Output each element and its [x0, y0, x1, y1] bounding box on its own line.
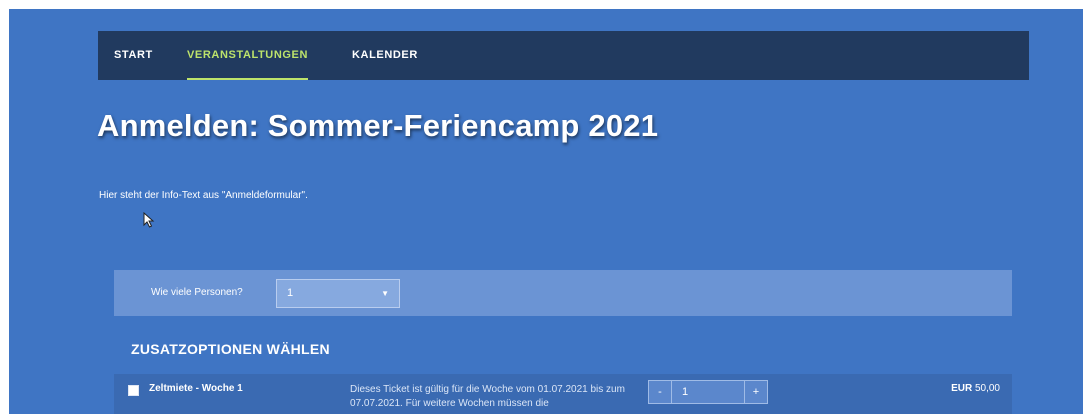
price-currency: EUR — [951, 383, 973, 394]
nav-start[interactable]: START — [114, 31, 153, 80]
persons-select[interactable]: 1 ▼ — [276, 279, 400, 308]
price-value: 50,00 — [974, 383, 1000, 394]
nav-veranstaltungen-label: VERANSTALTUNGEN — [187, 49, 309, 61]
chevron-down-icon: ▼ — [381, 289, 389, 298]
option-description: Dieses Ticket ist gültig für die Woche v… — [350, 384, 625, 409]
persons-label: Wie viele Personen? — [151, 287, 243, 298]
nav-kalender[interactable]: KALENDER — [352, 31, 418, 80]
top-strip — [0, 0, 1083, 9]
persons-row: Wie viele Personen? 1 ▼ — [114, 270, 1012, 316]
main-navigation: START VERANSTALTUNGEN KALENDER — [98, 31, 1029, 80]
quantity-input[interactable]: 1 — [672, 380, 744, 404]
section-heading: ZUSATZOPTIONEN WÄHLEN — [131, 341, 330, 357]
option-name: Zeltmiete - Woche 1 — [149, 383, 243, 394]
info-text: Hier steht der Info-Text aus "Anmeldefor… — [99, 190, 308, 201]
nav-veranstaltungen[interactable]: VERANSTALTUNGEN — [187, 31, 309, 80]
decrement-button[interactable]: - — [648, 380, 672, 404]
option-checkbox[interactable] — [128, 385, 139, 396]
increment-button[interactable]: + — [744, 380, 768, 404]
option-row: Zeltmiete - Woche 1 Dieses Ticket ist gü… — [114, 374, 1012, 414]
option-price: EUR 50,00 — [951, 383, 1000, 394]
active-nav-underline — [187, 78, 309, 80]
page-title: Anmelden: Sommer-Feriencamp 2021 — [97, 108, 659, 143]
mouse-cursor-icon — [143, 211, 157, 233]
persons-selected-value: 1 — [287, 287, 294, 299]
